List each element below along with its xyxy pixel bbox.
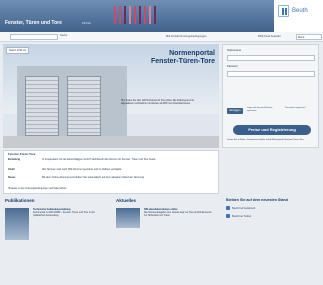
info-footer-link[interactable]: Hinweise zu den Nutzungsbedingungen und … [8, 188, 66, 190]
publications-heading: Publikationen [5, 198, 35, 203]
info-row: Inhalt Alle Normen sind nach DIN-Nummer … [8, 168, 122, 171]
hero-text: Hier finden Sie über 220 Normtexte für I… [121, 100, 194, 105]
info-box: Fenster-Türen-Tore Einleitung In Koopera… [3, 150, 219, 194]
garage-door-image [25, 76, 59, 136]
site-subtitle: DIN-NA [82, 22, 91, 25]
social-heading: Bleiben Sie auf dem neuesten Stand [226, 198, 288, 202]
publication-text: Kommentar zu DIN 18451 - Fenster, Türen … [33, 211, 95, 217]
publications-section: Publikationen Technische Gebäudeausstatt… [5, 198, 105, 283]
brand-logo[interactable]: Beuth [278, 5, 320, 19]
logo-mark-icon [278, 5, 289, 17]
login-panel: Nutzername Passwort Einloggen Login auf … [222, 44, 319, 148]
brand-name: Beuth [292, 8, 308, 14]
social-section: Bleiben Sie auf dem neuesten Stand Beuth… [226, 198, 322, 283]
twitter-link[interactable]: Beuth bei Twitter [226, 214, 322, 218]
news-heading: Aktuelles [116, 198, 137, 203]
news-text: Die Normenausgabe zum Januar liegt vor. … [144, 211, 212, 217]
date-tag: Stand: 2011-01 [6, 47, 29, 54]
register-button[interactable]: Preise und Registrierung [233, 125, 311, 135]
remember-checkbox[interactable]: Login auf diesem Rechner speichern [247, 107, 273, 113]
title-bar: Fenster, Türen und Tore DIN-NA [0, 0, 274, 32]
facebook-icon [226, 206, 230, 210]
password-field[interactable] [227, 71, 315, 77]
site-title: Fenster, Türen und Tore [5, 20, 62, 26]
toolbar: Suche Mitt Kontakt Nutzungsbedingungen R… [0, 32, 323, 42]
info-row: Neues Mit dem Online-Abonnement bleiben … [8, 176, 145, 179]
page-header: Fenster, Türen und Tore DIN-NA Beuth [0, 0, 323, 32]
garage-door-image [67, 76, 101, 136]
search-button[interactable]: Suche [60, 34, 67, 37]
menu-select[interactable]: Menü [296, 34, 322, 40]
book-cover-image[interactable] [5, 208, 29, 240]
info-row: Einleitung In Kooperation mit der Einsch… [8, 158, 156, 161]
username-field[interactable] [227, 55, 315, 61]
login-note: Testen Sie in Ruhe - kostenlose Inhalte:… [227, 139, 304, 141]
forgot-password-link[interactable]: Passwort vergessen? [285, 107, 315, 110]
decorative-bars [114, 6, 156, 24]
hero-title: Normenportal Fenster-Türen-Tore [150, 50, 215, 65]
facebook-link[interactable]: Beuth bei Facebook [226, 206, 322, 210]
rss-link[interactable]: RSS-Feed Auswahl [258, 35, 281, 38]
password-label: Passwort [227, 65, 238, 68]
info-heading: Fenster-Türen-Tore [8, 152, 36, 156]
hero-banner: Stand: 2011-01 Normenportal Fenster-Türe… [3, 44, 219, 148]
login-button[interactable]: Einloggen [227, 108, 243, 114]
username-label: Nutzername [227, 49, 242, 52]
twitter-icon [226, 214, 230, 218]
search-input[interactable] [10, 34, 58, 40]
contact-link[interactable]: Mitt Kontakt Nutzungsbedingungen [166, 35, 206, 38]
news-image[interactable] [116, 208, 140, 228]
news-section: Aktuelles DIN-Hausdatenrahmen online Die… [116, 198, 216, 283]
